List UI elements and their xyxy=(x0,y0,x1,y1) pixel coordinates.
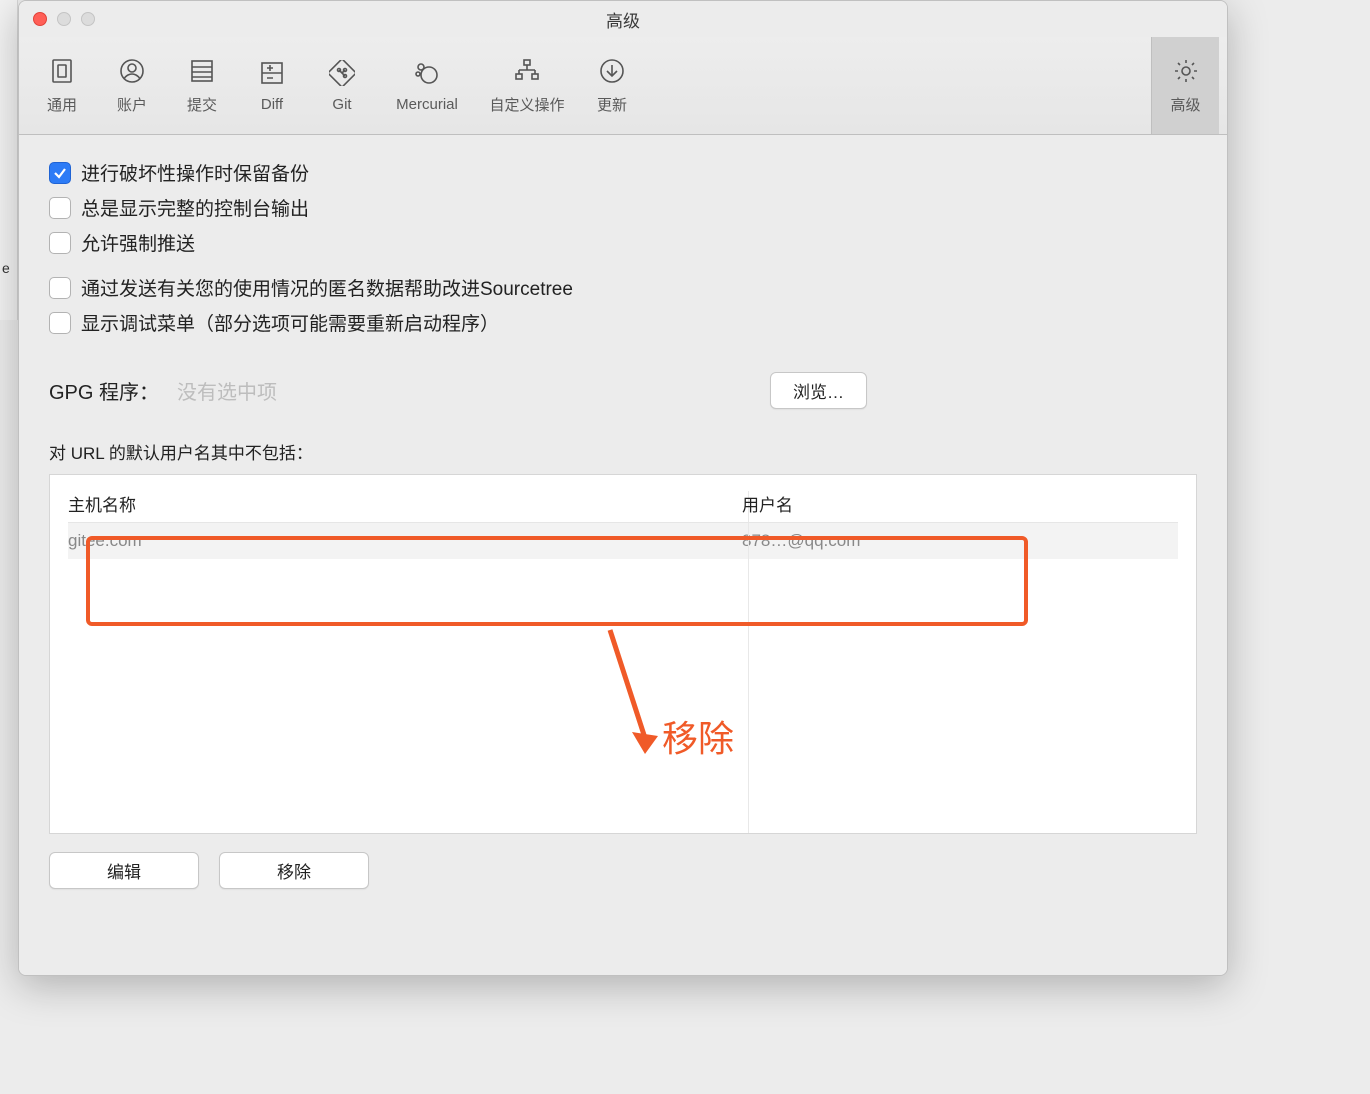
tab-commit[interactable]: 提交 xyxy=(167,56,237,115)
titlebar: 高级 xyxy=(19,1,1227,37)
checkbox-label: 显示调试菜单（部分选项可能需要重新启动程序） xyxy=(81,309,499,336)
table-buttons: 编辑 移除 xyxy=(49,852,1197,889)
checkbox-label: 进行破坏性操作时保留备份 xyxy=(81,159,309,186)
checkbox-row-keep-backup: 进行破坏性操作时保留备份 xyxy=(49,159,1197,186)
col-header-host: 主机名称 xyxy=(68,491,734,516)
checkbox-row-force-push: 允许强制推送 xyxy=(49,229,1197,256)
remove-button[interactable]: 移除 xyxy=(219,852,369,889)
toolbar: 通用 账户 提交 Diff xyxy=(19,37,1227,135)
minimize-button[interactable] xyxy=(57,12,71,26)
traffic-lights xyxy=(19,12,95,26)
browse-button[interactable]: 浏览… xyxy=(770,372,867,409)
checkbox-force-push[interactable] xyxy=(49,232,71,254)
tab-general[interactable]: 通用 xyxy=(27,56,97,115)
checkbox-anon-data[interactable] xyxy=(49,277,71,299)
url-defaults-label: 对 URL 的默认用户名其中不包括： xyxy=(49,439,1197,464)
checkbox-debug-menu[interactable] xyxy=(49,312,71,334)
window-title: 高级 xyxy=(19,7,1227,32)
gpg-row: GPG 程序： 没有选中项 浏览… xyxy=(49,372,1197,409)
url-defaults-table[interactable]: 主机名称 用户名 gitee.com 878…@qq.com xyxy=(49,474,1197,834)
table-header: 主机名称 用户名 xyxy=(68,491,1178,523)
close-button[interactable] xyxy=(33,12,47,26)
diff-icon xyxy=(257,58,287,88)
background-sidebar-fragment: e xyxy=(0,0,18,320)
custom-actions-icon xyxy=(512,56,542,86)
tab-git[interactable]: Git xyxy=(307,56,377,115)
checkbox-label: 总是显示完整的控制台输出 xyxy=(81,194,309,221)
checkbox-keep-backup[interactable] xyxy=(49,162,71,184)
commit-icon xyxy=(187,56,217,86)
table-row[interactable]: gitee.com 878…@qq.com xyxy=(68,523,1178,559)
general-icon xyxy=(47,56,77,86)
checkbox-label: 通过发送有关您的使用情况的匿名数据帮助改进Sourcetree xyxy=(81,274,573,301)
mercurial-icon xyxy=(412,58,442,88)
column-divider xyxy=(748,491,749,833)
tab-diff[interactable]: Diff xyxy=(237,56,307,115)
tab-custom-actions[interactable]: 自定义操作 xyxy=(477,56,577,115)
checkbox-row-debug-menu: 显示调试菜单（部分选项可能需要重新启动程序） xyxy=(49,309,1197,336)
gear-icon xyxy=(1171,56,1201,86)
tab-advanced[interactable]: 高级 xyxy=(1151,37,1219,134)
checkbox-row-anon-data: 通过发送有关您的使用情况的匿名数据帮助改进Sourcetree xyxy=(49,274,1197,301)
cell-user: 878…@qq.com xyxy=(734,531,1178,551)
gpg-value: 没有选中项 xyxy=(177,376,770,405)
preferences-window: 高级 通用 账户 提交 xyxy=(18,0,1228,976)
checkbox-full-console[interactable] xyxy=(49,197,71,219)
cell-host: gitee.com xyxy=(68,531,734,551)
checkbox-label: 允许强制推送 xyxy=(81,229,195,256)
edit-button[interactable]: 编辑 xyxy=(49,852,199,889)
maximize-button[interactable] xyxy=(81,12,95,26)
checkbox-row-full-console: 总是显示完整的控制台输出 xyxy=(49,194,1197,221)
updates-icon xyxy=(597,56,627,86)
git-icon xyxy=(327,58,357,88)
content-pane: 进行破坏性操作时保留备份 总是显示完整的控制台输出 允许强制推送 通过发送有关您… xyxy=(19,135,1227,975)
tab-updates[interactable]: 更新 xyxy=(577,56,647,115)
tab-mercurial[interactable]: Mercurial xyxy=(377,56,477,115)
col-header-user: 用户名 xyxy=(734,491,1178,516)
tab-accounts[interactable]: 账户 xyxy=(97,56,167,115)
accounts-icon xyxy=(117,56,147,86)
gpg-label: GPG 程序： xyxy=(49,376,159,405)
